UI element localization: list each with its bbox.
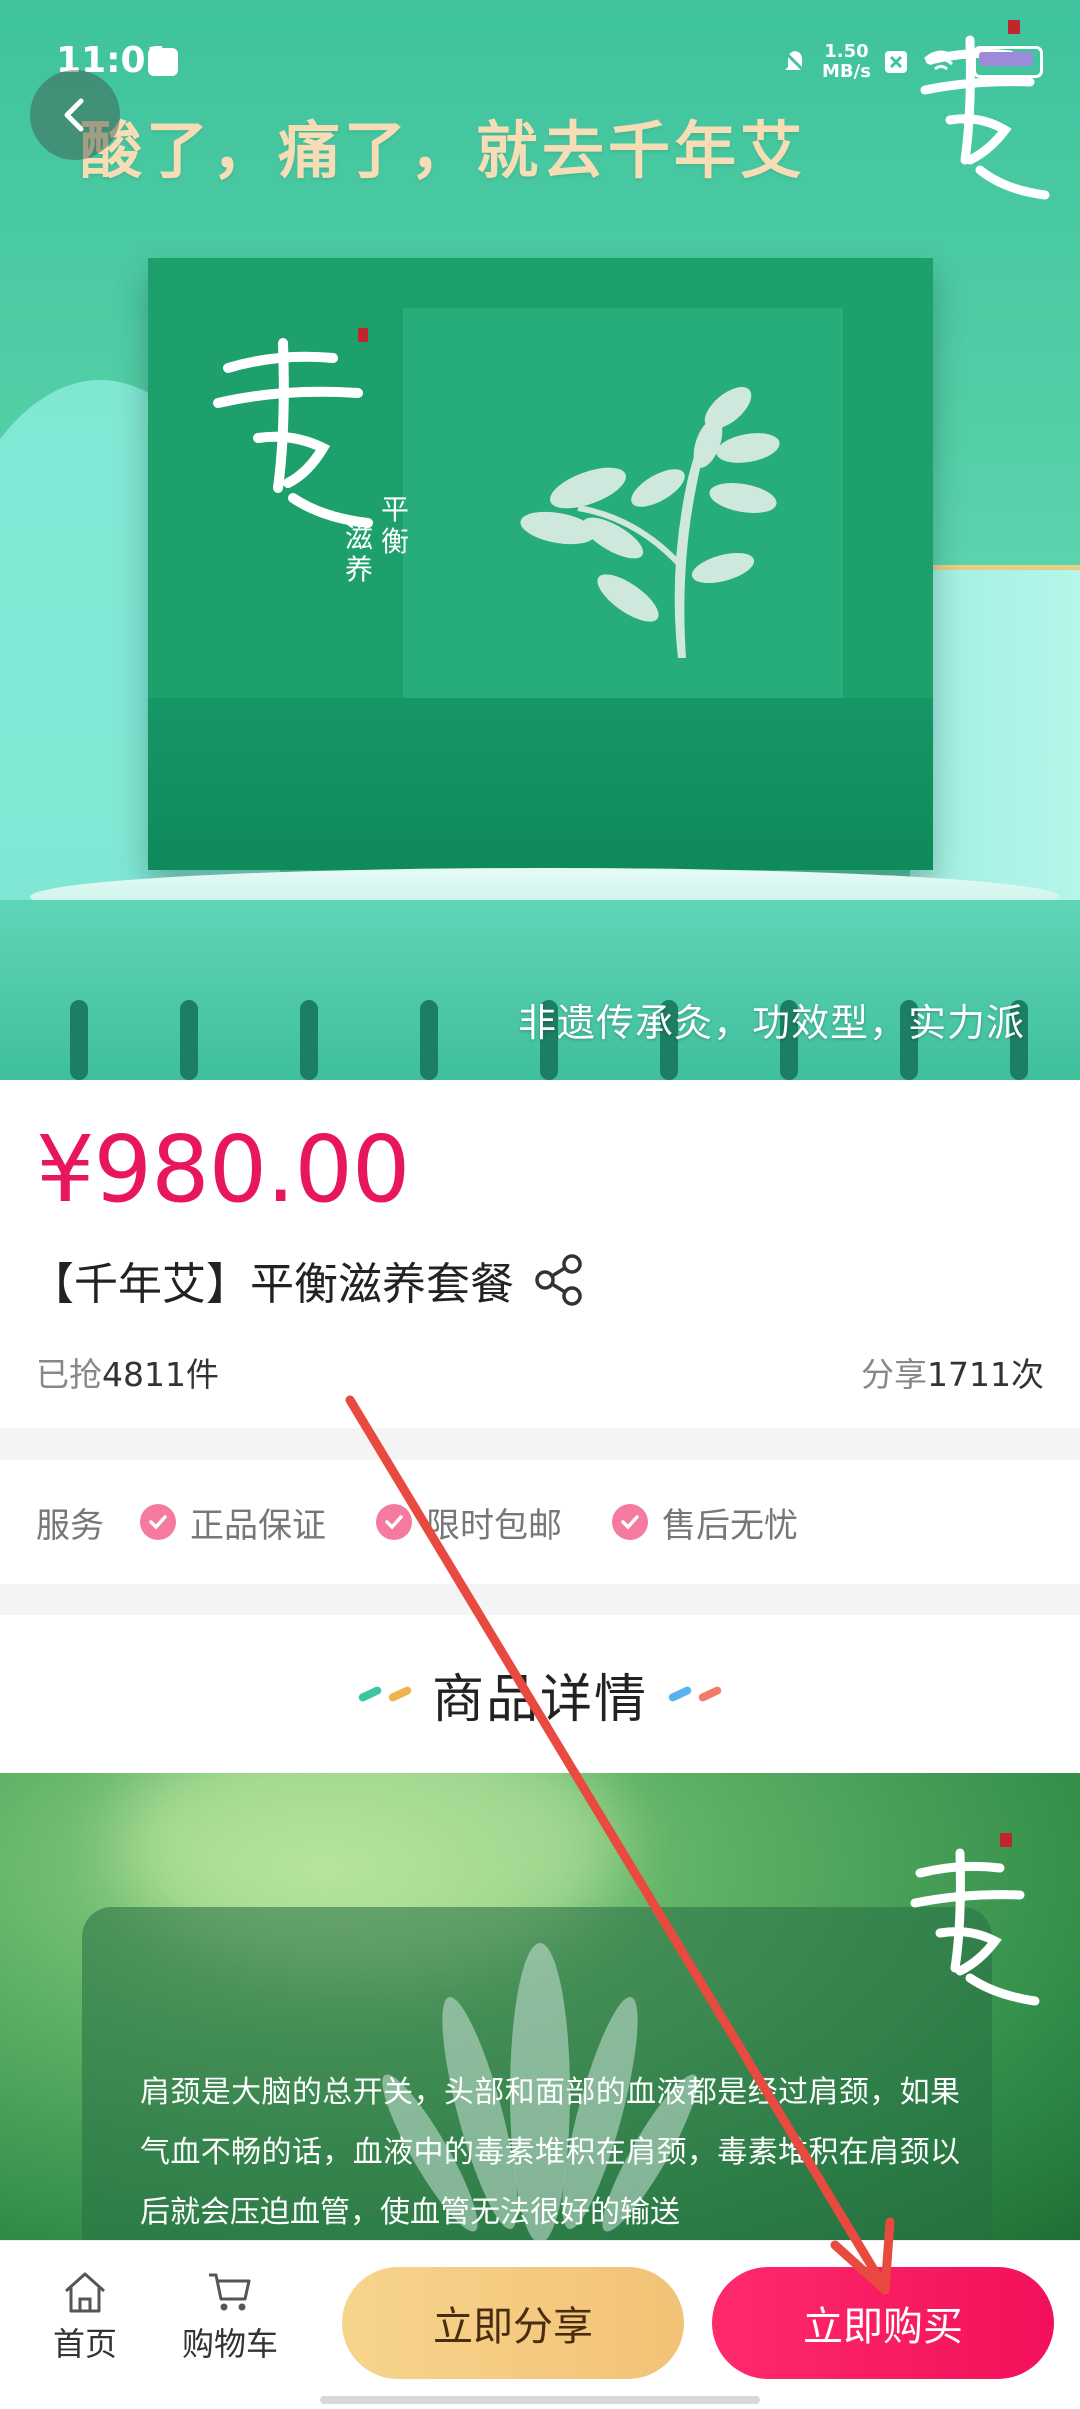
status-icons: 1.50 MB/s [780,40,1043,84]
box-subtitle-char: 养 [345,553,374,586]
detail-image: 肩颈是大脑的总开关，头部和面部的血液都是经过肩颈，如果气血不畅的话，血液中的毒素… [0,1773,1080,2243]
share-number: 1711 [927,1355,1011,1394]
mugwort-leaf-icon [520,387,780,658]
pedestal-slot [70,1000,88,1080]
detail-paragraph: 肩颈是大脑的总开关，头部和面部的血液都是经过肩颈，如果气血不畅的话，血液中的毒素… [140,2075,960,2230]
pedestal-slot [300,1000,318,1080]
services-label: 服务 [36,1505,104,1546]
box-brand-icon [213,328,373,528]
share-count: 分享1711次 [861,1348,1044,1396]
sold-number: 4811 [102,1355,186,1394]
hero-slogan: 非遗传承灸，功效型，实力派 [517,1001,1025,1045]
check-icon [612,1504,648,1540]
box-subtitle-char: 平 [381,493,410,526]
service-item: 售后无忧 [612,1498,798,1547]
nav-home[interactable]: 首页 [30,2269,140,2365]
back-button[interactable] [30,70,120,160]
network-speed-value: 1.50 [824,41,869,62]
product-info: ¥980.00 【千年艾】平衡滋养套餐 已抢4811件 分享1711次 [0,1080,1080,1428]
check-icon [140,1504,176,1540]
pedestal-slot [180,1000,198,1080]
details-title: 商品详情 [431,1669,648,1730]
hero-headline: 酸了，痛了，就去千年艾 [80,114,807,187]
service-item: 限时包邮 [376,1498,562,1547]
sim-x-icon [884,51,907,73]
bottom-action-bar: 首页 购物车 立即分享 立即购买 [0,2240,1080,2409]
heading-decoration-left [357,1685,413,1703]
home-indicator [320,2396,760,2404]
product-price: ¥980.00 [36,1116,410,1223]
product-box: 平 衡 滋 养 [148,258,933,870]
details-heading: 商品详情 [0,1615,1080,1773]
check-icon [376,1504,412,1540]
pedestal-slot [420,1000,438,1080]
shopping-cart-icon [209,2273,251,2311]
buy-now-button[interactable]: 立即购买 [712,2267,1054,2379]
network-speed: 1.50 MB/s [822,42,871,82]
service-label: 正品保证 [190,1505,326,1546]
sold-count: 已抢4811件 [36,1348,219,1396]
sold-prefix: 已抢 [36,1355,102,1394]
home-icon [64,2272,106,2313]
service-guarantees: 服务 正品保证 限时包邮 售后无忧 [0,1460,1080,1584]
product-title: 【千年艾】平衡滋养套餐 [30,1259,514,1310]
mute-bell-icon [782,49,808,75]
nav-cart-label: 购物车 [181,2325,278,2363]
box-lower [148,698,933,870]
box-subtitle-char: 衡 [381,525,410,558]
share-icon[interactable] [532,1253,586,1307]
share-prefix: 分享 [861,1355,928,1394]
title-row: 【千年艾】平衡滋养套餐 [30,1248,586,1312]
sold-suffix: 件 [185,1355,219,1394]
wifi-icon [923,50,958,71]
product-hero-image: 酸了，痛了，就去千年艾 平 衡 滋 养 非遗传承灸，功效型，实力派 [0,0,1080,1080]
nav-home-label: 首页 [52,2325,117,2363]
share-suffix: 次 [1011,1355,1044,1394]
service-label: 限时包邮 [426,1505,562,1546]
heading-decoration-right [667,1685,723,1703]
notification-icon [148,48,178,76]
nav-cart[interactable]: 购物车 [175,2269,285,2365]
share-now-button[interactable]: 立即分享 [342,2267,684,2379]
box-subtitle-char: 滋 [345,521,374,554]
network-speed-unit: MB/s [822,61,871,82]
chevron-left-icon [64,98,84,132]
battery-icon [972,46,1043,78]
service-item: 正品保证 [140,1498,326,1547]
service-label: 售后无忧 [662,1505,798,1546]
brand-logo-icon [910,1833,1040,2006]
